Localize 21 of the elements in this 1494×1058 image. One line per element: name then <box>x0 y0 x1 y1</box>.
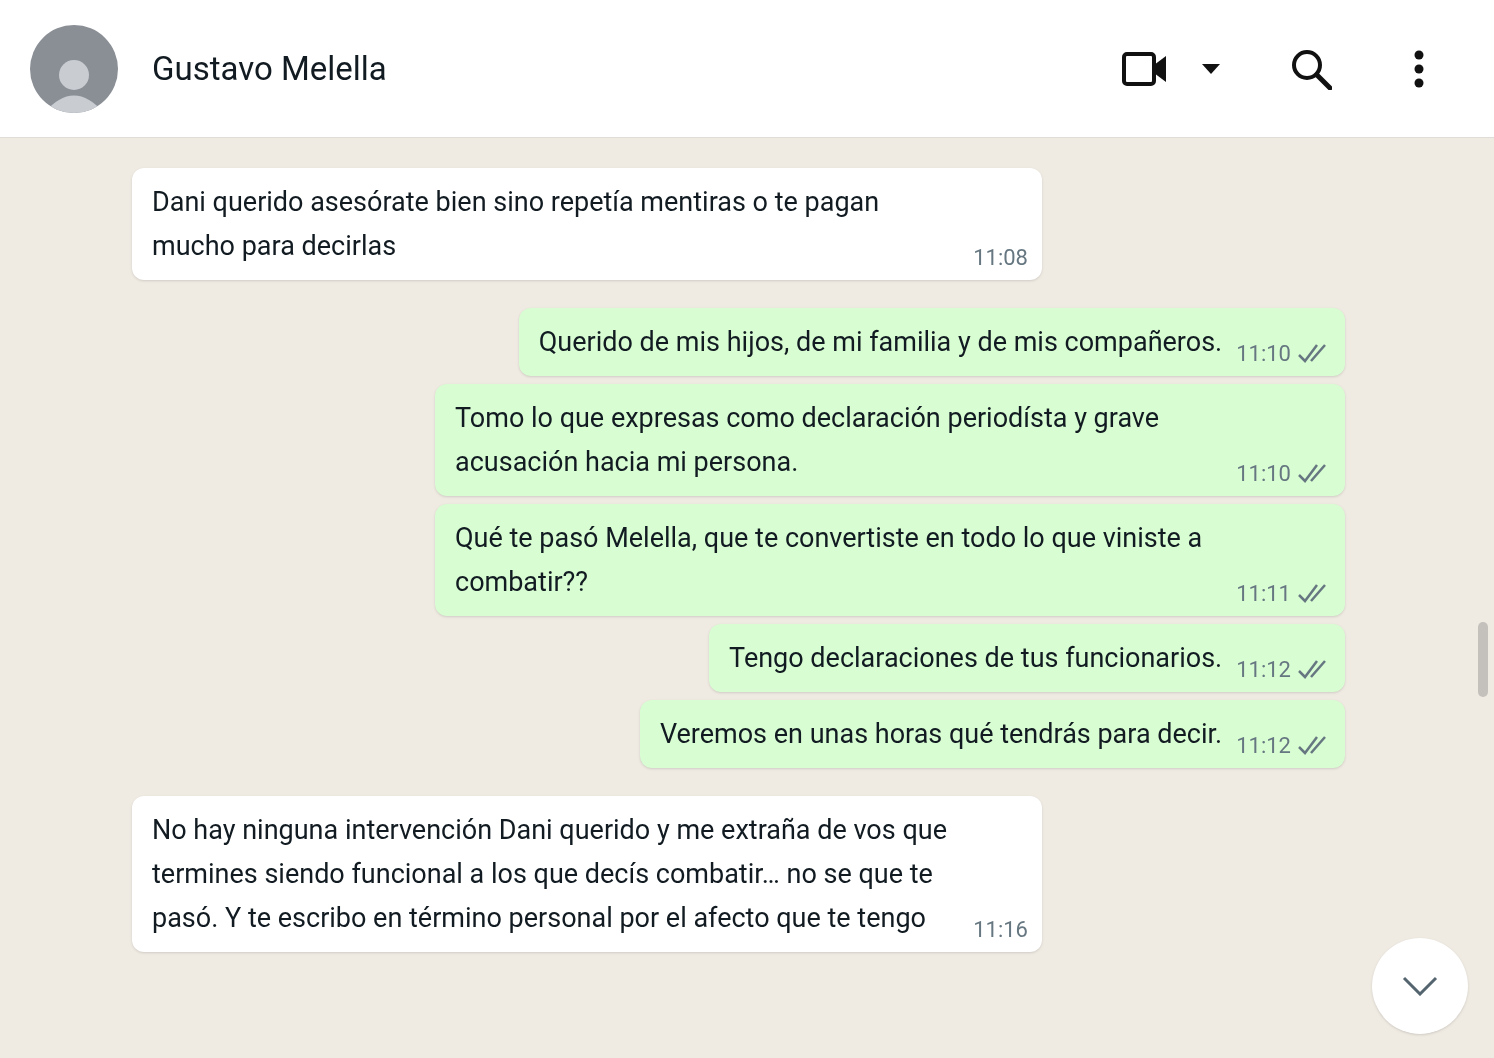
message-text: Qué te pasó Melella, que te convertiste en todo lo que viniste a combatir?? <box>455 521 1204 600</box>
message-time: 11:10 <box>1236 460 1291 488</box>
message-time: 11:12 <box>1236 732 1291 760</box>
chevron-down-icon <box>1402 976 1438 996</box>
contact-name[interactable]: Gustavo Melella <box>152 43 387 94</box>
message-time: 11:11 <box>1236 580 1291 608</box>
message-text: Tomo lo que expresas como declaración periodísta y grave acusación hacia mi persona. <box>455 401 1161 480</box>
message-text: Veremos en unas horas qué tendrás para decir. <box>659 717 1223 752</box>
message-text: Tengo declaraciones de tus funcionarios. <box>729 641 1223 676</box>
video-call-icon[interactable] <box>1122 50 1168 87</box>
message-time: 11:08 <box>973 244 1028 272</box>
scrollbar-thumb[interactable] <box>1478 622 1488 697</box>
menu-icon[interactable] <box>1414 49 1424 88</box>
message-time: 11:16 <box>973 916 1028 944</box>
message-time: 11:12 <box>1236 656 1291 684</box>
message-text: Dani querido asesórate bien sino repetía mentiras o te pagan mucho para decirlas <box>152 185 881 264</box>
message-text: No hay ninguna intervención Dani querido y me extraña de vos que termines siendo funcional a los que decís combatir… no se que te pasó. Y te escribo en término personal por el afecto que te tengo <box>152 813 948 936</box>
caret-icon[interactable] <box>1202 63 1220 74</box>
message-text: Querido de mis hijos, de mi familia y de mis compañeros. <box>538 325 1223 360</box>
message-time: 11:10 <box>1236 340 1291 368</box>
search-icon[interactable] <box>1290 47 1332 90</box>
